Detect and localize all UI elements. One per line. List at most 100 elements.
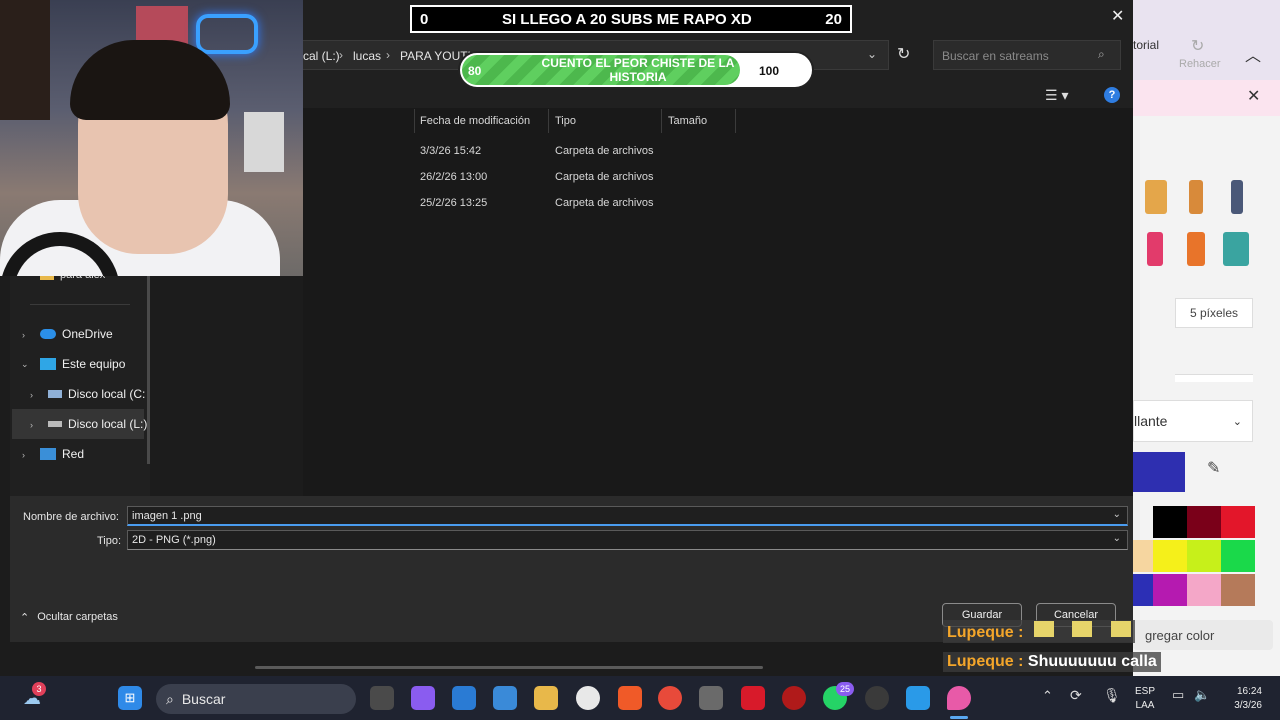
redo-icon[interactable]: ↻ <box>1191 36 1204 56</box>
language-indicator[interactable]: ESP LAA <box>1135 685 1155 713</box>
help-icon[interactable]: ? <box>1104 87 1120 103</box>
chevron-down-icon[interactable]: ⌄ <box>1113 509 1121 520</box>
swatch-yellow[interactable] <box>1153 540 1187 572</box>
sync-icon[interactable]: ⟳ <box>1070 687 1082 704</box>
volume-icon[interactable]: 🔈 <box>1194 687 1210 703</box>
chevron-right-icon[interactable]: › <box>30 390 33 400</box>
horizontal-scrollbar[interactable] <box>255 666 763 669</box>
hide-folders-toggle[interactable]: ⌃ Ocultar carpetas <box>20 611 118 624</box>
network-icon[interactable]: ▭ <box>1172 687 1184 703</box>
network-icon <box>40 448 56 460</box>
file-explorer-icon[interactable] <box>534 686 558 710</box>
taskbar-search-label: Buscar <box>181 691 226 707</box>
system-clock[interactable]: 16:24 3/3/26 <box>1222 685 1262 713</box>
chevron-right-icon[interactable]: › <box>22 450 25 460</box>
slider-area[interactable] <box>1175 374 1253 382</box>
swatch-purple[interactable] <box>1153 574 1187 606</box>
column-divider[interactable] <box>414 109 415 133</box>
swatch-darkred[interactable] <box>1187 506 1221 538</box>
swatch-red[interactable] <box>1221 506 1255 538</box>
current-color[interactable] <box>1133 452 1185 492</box>
fill-select[interactable]: llante ⌄ <box>1133 400 1253 442</box>
sidebar-item-label: OneDrive <box>62 327 113 341</box>
task-view-icon[interactable] <box>370 686 394 710</box>
table-row[interactable]: 25/2/26 13:25 Carpeta de archivos <box>414 192 744 214</box>
bucket-icon[interactable] <box>1223 232 1249 266</box>
close-notification-icon[interactable]: ✕ <box>1247 86 1260 106</box>
swatch-green[interactable] <box>1221 540 1255 572</box>
breadcrumb-lucas[interactable]: lucas <box>353 49 381 63</box>
sidebar-item-onedrive[interactable]: OneDrive <box>40 323 113 345</box>
computer-icon <box>40 358 56 370</box>
refresh-icon[interactable]: ↻ <box>897 44 910 64</box>
taskbar-search[interactable]: ⌕ Buscar <box>156 684 356 714</box>
windows-start-icon[interactable]: ⊞ <box>118 686 142 710</box>
row-date: 25/2/26 13:25 <box>420 197 488 209</box>
chevron-down-icon[interactable]: ⌄ <box>867 47 877 61</box>
brave-icon[interactable] <box>618 686 642 710</box>
sidebar-item-este-equipo[interactable]: Este equipo <box>40 353 125 375</box>
chevron-up-icon[interactable]: ⌃ <box>1042 688 1053 704</box>
col-size[interactable]: Tamaño <box>668 115 707 127</box>
search-input[interactable]: Buscar en satreams ⌕ <box>933 40 1121 70</box>
filename-value: imagen 1 .png <box>132 509 202 522</box>
swatch-blue[interactable] <box>1133 574 1153 606</box>
breadcrumb-sep-1: › <box>339 48 343 62</box>
app-icon[interactable] <box>699 686 723 710</box>
photos-icon[interactable] <box>906 686 930 710</box>
chevron-right-icon[interactable]: › <box>30 420 33 430</box>
filename-field[interactable]: imagen 1 .png ⌄ <box>127 506 1128 526</box>
column-divider[interactable] <box>735 109 736 133</box>
breadcrumb-drive[interactable]: cal (L:) <box>303 49 340 63</box>
microphone-icon[interactable]: 🎙 <box>1103 687 1121 704</box>
copilot-icon[interactable] <box>411 686 435 710</box>
amd-icon[interactable] <box>741 686 765 710</box>
chrome-icon[interactable] <box>658 686 682 710</box>
swatch-lime[interactable] <box>1187 540 1221 572</box>
swatch-peach[interactable] <box>1133 540 1153 572</box>
swatch-black[interactable] <box>1153 506 1187 538</box>
row-type: Carpeta de archivos <box>555 171 654 183</box>
clock-app-icon[interactable] <box>576 686 600 710</box>
obs-icon[interactable] <box>865 686 889 710</box>
file-type-select[interactable]: 2D - PNG (*.png) ⌄ <box>127 530 1128 550</box>
spray-icon[interactable] <box>1187 232 1205 266</box>
search-placeholder: Buscar en satreams <box>942 49 1049 63</box>
outlook-icon[interactable] <box>452 686 476 710</box>
fill-label: llante <box>1134 413 1168 429</box>
swatch-brown[interactable] <box>1221 574 1255 606</box>
nav-scrollbar[interactable] <box>147 276 150 464</box>
sidebar-item-label: Disco local (C: <box>68 387 146 401</box>
brush-icon[interactable] <box>1189 180 1203 214</box>
store-icon[interactable] <box>493 686 517 710</box>
col-modified[interactable]: Fecha de modificación <box>420 115 530 127</box>
table-row[interactable]: 26/2/26 13:00 Carpeta de archivos <box>414 166 744 188</box>
swatch-pink[interactable] <box>1187 574 1221 606</box>
crayon-icon[interactable] <box>1147 232 1163 266</box>
paint-icon[interactable] <box>947 686 971 710</box>
pixel-size-input[interactable]: 5 píxeles <box>1175 298 1253 328</box>
chevron-right-icon[interactable]: › <box>22 330 25 340</box>
column-divider[interactable] <box>548 109 549 133</box>
sidebar-item-disco-l[interactable]: Disco local (L:) <box>48 413 147 435</box>
tutorial-label[interactable]: torial <box>1133 38 1159 52</box>
col-type[interactable]: Tipo <box>555 115 576 127</box>
app-icon[interactable] <box>782 686 806 710</box>
webcam-feed <box>0 0 303 276</box>
marker-icon[interactable] <box>1145 180 1167 214</box>
redo-label: Rehacer <box>1179 58 1221 70</box>
add-color-button[interactable]: gregar color <box>1133 620 1273 650</box>
whatsapp-badge: 25 <box>836 682 854 696</box>
eyedropper-icon[interactable]: ✎ <box>1207 458 1220 478</box>
chevron-down-icon[interactable]: ⌄ <box>1113 533 1121 544</box>
chevron-down-icon[interactable]: ⌄ <box>21 359 29 370</box>
table-row[interactable]: 3/3/26 15:42 Carpeta de archivos <box>414 140 744 162</box>
emote-icon <box>1033 621 1054 637</box>
close-icon[interactable]: ✕ <box>1111 6 1124 26</box>
column-divider[interactable] <box>661 109 662 133</box>
view-options-icon[interactable]: ☰ ▾ <box>1045 87 1068 104</box>
sidebar-item-red[interactable]: Red <box>40 443 84 465</box>
collapse-ribbon-icon[interactable]: ︿ <box>1245 42 1261 66</box>
pen-icon[interactable] <box>1231 180 1243 214</box>
sidebar-item-disco-c[interactable]: Disco local (C: <box>48 383 145 405</box>
